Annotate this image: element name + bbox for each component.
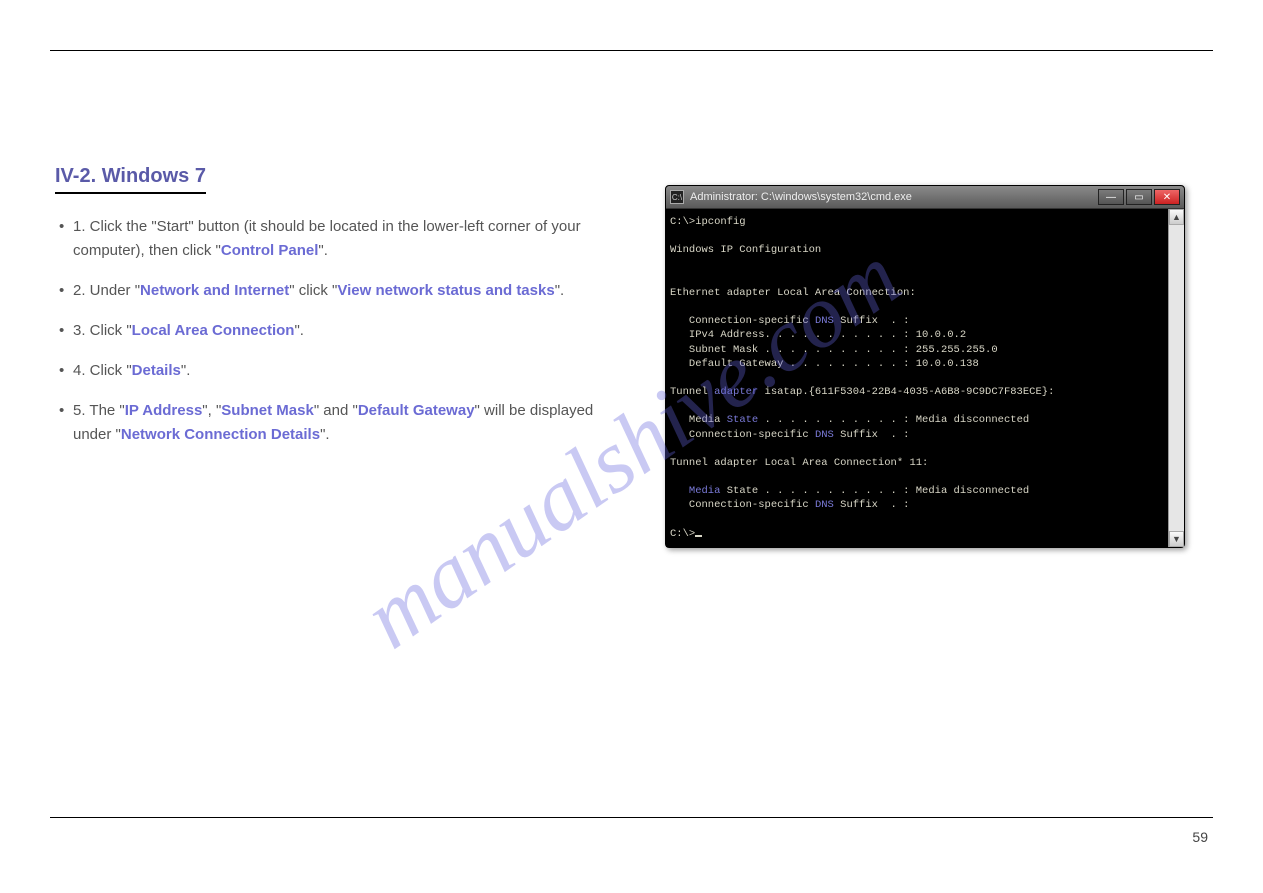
console-highlight: DNS xyxy=(815,315,834,327)
console-line: Tunnel xyxy=(670,386,714,398)
console-line xyxy=(670,485,689,497)
console-line: Connection-specific xyxy=(670,499,815,511)
console-line: Suffix . : xyxy=(834,315,910,327)
console-wrap: C:\>ipconfig Windows IP Configuration Et… xyxy=(666,208,1184,547)
console-line: Media xyxy=(670,414,727,426)
text: ", " xyxy=(202,402,221,419)
text: ". xyxy=(181,362,191,379)
console-line: . . . . . . . . . . . : Media disconnect… xyxy=(758,414,1029,426)
console-line: State . . . . . . . . . . . : Media disc… xyxy=(720,485,1029,497)
page-number: 59 xyxy=(1192,829,1208,845)
scrollbar[interactable]: ▲ ▼ xyxy=(1168,209,1184,547)
instruction-text: 1. Click the "Start" button (it should b… xyxy=(55,215,615,463)
scroll-up-button[interactable]: ▲ xyxy=(1169,209,1184,225)
console-line: Suffix . : xyxy=(834,499,910,511)
window-title: Administrator: C:\windows\system32\cmd.e… xyxy=(690,191,1098,203)
console-output[interactable]: C:\>ipconfig Windows IP Configuration Et… xyxy=(666,209,1168,547)
console-line: Suffix . : xyxy=(834,429,910,441)
step-1: 1. Click the "Start" button (it should b… xyxy=(55,215,615,263)
cmd-window: C:\ Administrator: C:\windows\system32\c… xyxy=(665,185,1185,548)
label-subnet-mask: Subnet Mask xyxy=(221,402,314,419)
cursor-icon xyxy=(695,535,702,537)
console-highlight: State xyxy=(727,414,759,426)
console-line: Ethernet adapter Local Area Connection: xyxy=(670,287,916,299)
label-default-gateway: Default Gateway xyxy=(358,402,475,419)
minimize-button[interactable]: — xyxy=(1098,189,1124,205)
app-icon: C:\ xyxy=(670,190,684,204)
console-highlight: adapter xyxy=(714,386,758,398)
text: ". xyxy=(294,322,304,339)
link-local-area-connection: Local Area Connection xyxy=(132,322,295,339)
link-view-network-status: View network status and tasks xyxy=(337,282,554,299)
maximize-button[interactable]: ▭ xyxy=(1126,189,1152,205)
text: 4. Click " xyxy=(73,362,132,379)
console-line: Tunnel adapter Local Area Connection* 11… xyxy=(670,457,928,469)
label-ip-address: IP Address xyxy=(125,402,203,419)
link-control-panel: Control Panel xyxy=(221,242,319,259)
console-line: Connection-specific xyxy=(670,315,815,327)
console-line: Windows IP Configuration xyxy=(670,244,821,256)
text: 5. The " xyxy=(73,402,125,419)
console-line: IPv4 Address. . . . . . . . . . . : 10.0… xyxy=(670,329,966,341)
step-3: 3. Click "Local Area Connection". xyxy=(55,319,615,343)
console-line: Default Gateway . . . . . . . . . : 10.0… xyxy=(670,358,979,370)
section-heading: IV-2. Windows 7 xyxy=(55,165,206,194)
console-highlight: DNS xyxy=(815,499,834,511)
console-line: Subnet Mask . . . . . . . . . . . : 255.… xyxy=(670,344,998,356)
scroll-down-button[interactable]: ▼ xyxy=(1169,531,1184,547)
titlebar[interactable]: C:\ Administrator: C:\windows\system32\c… xyxy=(666,186,1184,208)
text: ". xyxy=(555,282,565,299)
console-line: C:\>ipconfig xyxy=(670,216,746,228)
console-line: Connection-specific xyxy=(670,429,815,441)
label-network-connection-details: Network Connection Details xyxy=(121,426,320,443)
step-4: 4. Click "Details". xyxy=(55,359,615,383)
console-highlight: Media xyxy=(689,485,721,497)
console-highlight: DNS xyxy=(815,429,834,441)
close-button[interactable]: ✕ xyxy=(1154,189,1180,205)
link-details: Details xyxy=(132,362,181,379)
scroll-track[interactable] xyxy=(1169,225,1184,531)
console-line: isatap.{611F5304-22B4-4035-A6B8-9C9DC7F8… xyxy=(758,386,1054,398)
text: 2. Under " xyxy=(73,282,140,299)
window-controls: — ▭ ✕ xyxy=(1098,189,1180,205)
text: ". xyxy=(318,242,328,259)
text: " and " xyxy=(314,402,358,419)
text: ". xyxy=(320,426,330,443)
text: " click " xyxy=(289,282,337,299)
step-5: 5. The "IP Address", "Subnet Mask" and "… xyxy=(55,399,615,447)
step-2: 2. Under "Network and Internet" click "V… xyxy=(55,279,615,303)
link-network-internet: Network and Internet xyxy=(140,282,289,299)
console-line: C:\> xyxy=(670,528,695,540)
text: 3. Click " xyxy=(73,322,132,339)
